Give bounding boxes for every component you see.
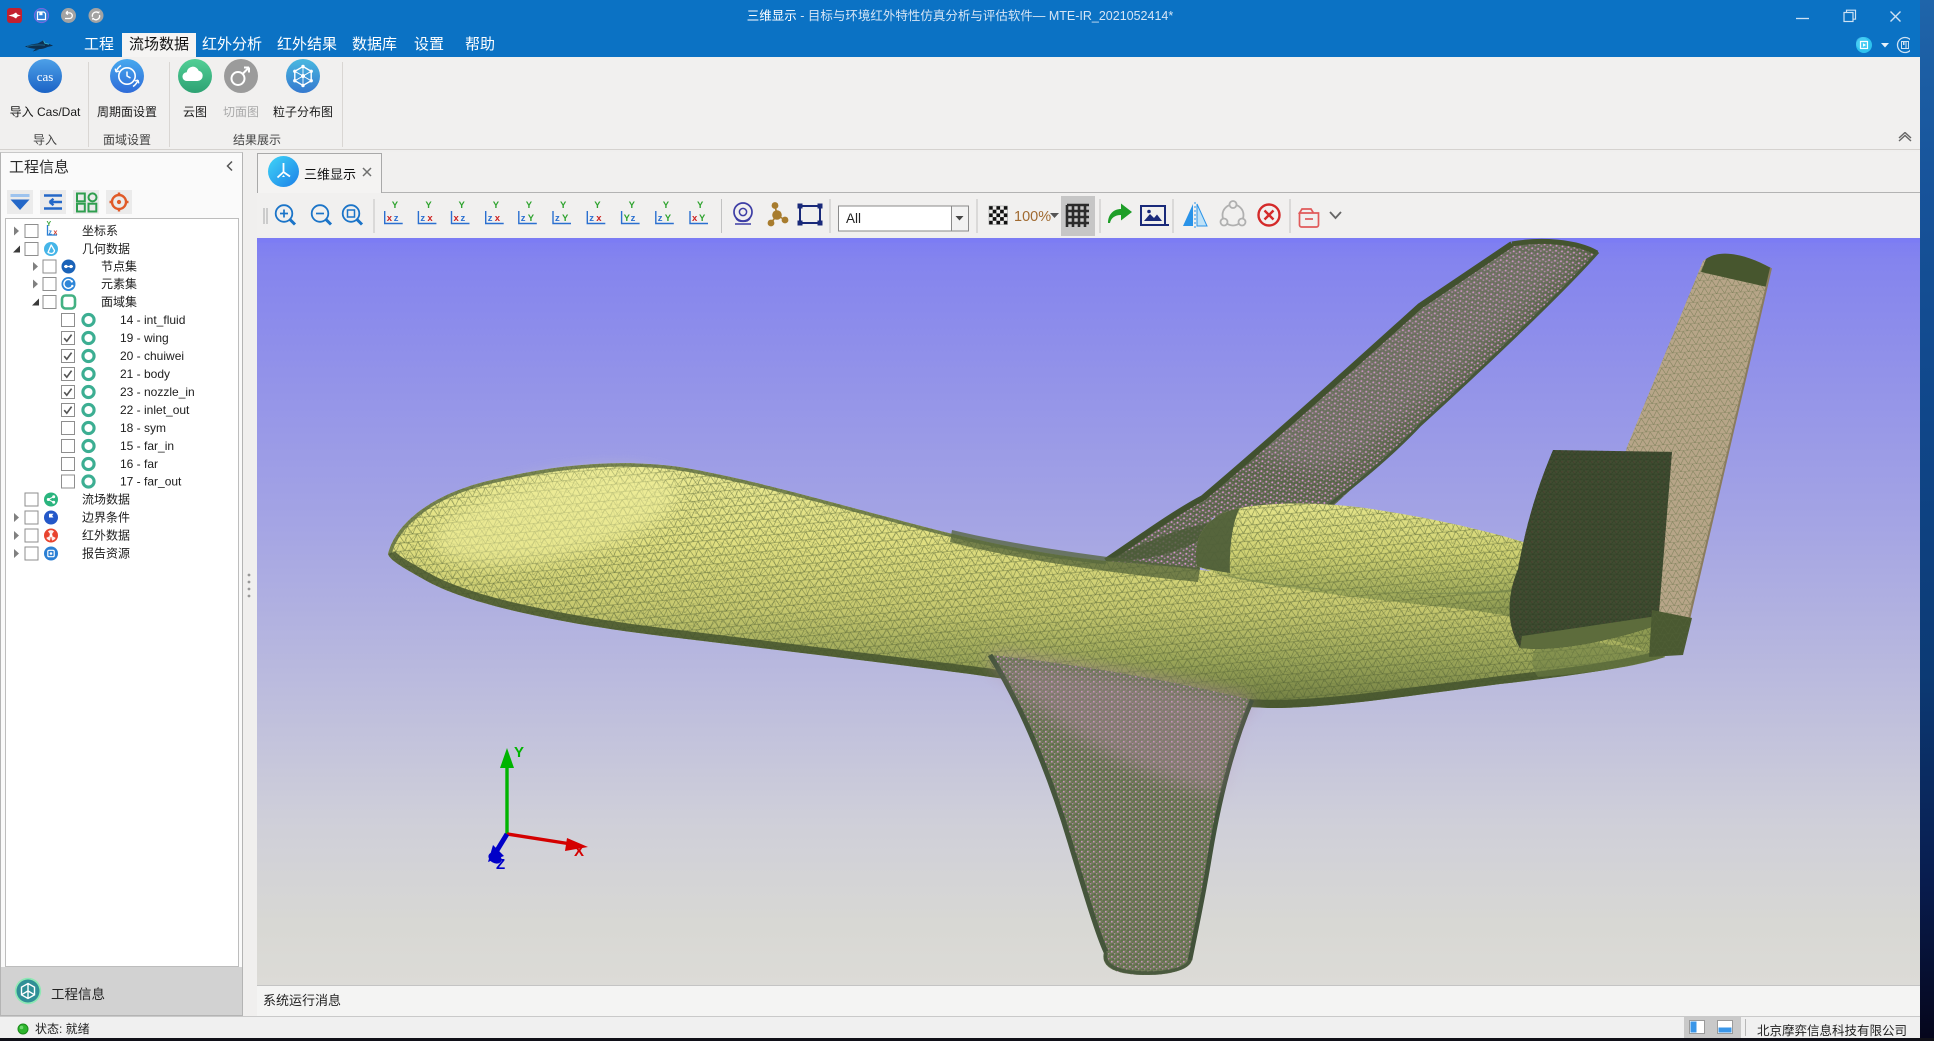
svg-text:Y: Y: [493, 200, 500, 211]
svg-text:Y: Y: [697, 200, 704, 211]
svg-text:x: x: [387, 213, 393, 224]
svg-text:z: z: [555, 213, 560, 224]
svg-text:Y: Y: [699, 213, 706, 224]
svg-text:14 - int_fluid: 14 - int_fluid: [120, 313, 185, 327]
svg-text:Y: Y: [514, 744, 524, 761]
svg-text:红外数据: 红外数据: [82, 528, 130, 543]
svg-text:z: z: [631, 213, 636, 224]
svg-text:22 - inlet_out: 22 - inlet_out: [120, 403, 190, 417]
svg-text:Y: Y: [663, 200, 670, 211]
svg-text:x: x: [54, 230, 58, 237]
svg-text:z: z: [658, 213, 663, 224]
svg-text:x: x: [596, 213, 602, 224]
svg-text:Y: Y: [425, 200, 432, 211]
svg-text:X: X: [574, 843, 584, 860]
svg-text:x: x: [454, 213, 460, 224]
svg-text:21 - body: 21 - body: [120, 367, 170, 381]
svg-text:z: z: [589, 213, 594, 224]
svg-text:元素集: 元素集: [101, 276, 137, 291]
svg-text:Y: Y: [526, 200, 533, 211]
svg-text:cas: cas: [37, 69, 54, 84]
svg-text:几何数据: 几何数据: [82, 241, 130, 256]
svg-text:流场数据: 流场数据: [82, 492, 130, 507]
svg-text:节点集: 节点集: [101, 259, 137, 274]
svg-text:Y: Y: [624, 213, 631, 224]
svg-text:All: All: [846, 211, 861, 226]
svg-text:x: x: [495, 213, 501, 224]
svg-text:边界条件: 边界条件: [82, 511, 130, 525]
svg-text:x: x: [427, 213, 433, 224]
svg-text:z: z: [420, 213, 425, 224]
svg-text:z: z: [521, 213, 526, 224]
svg-text:Y: Y: [392, 200, 399, 211]
svg-text:19 - wing: 19 - wing: [120, 331, 169, 345]
svg-text:Y: Y: [665, 213, 672, 224]
svg-text:坐标系: 坐标系: [82, 224, 118, 238]
svg-text:Y: Y: [459, 200, 466, 211]
svg-text:Y: Y: [560, 200, 567, 211]
svg-text:报告资源: 报告资源: [82, 546, 130, 561]
svg-text:Y: Y: [629, 200, 636, 211]
svg-text:15 - far_in: 15 - far_in: [120, 439, 174, 453]
svg-text:z: z: [49, 230, 53, 237]
svg-text:18 - sym: 18 - sym: [120, 421, 166, 435]
svg-text:z: z: [488, 213, 493, 224]
svg-text:23 - nozzle_in: 23 - nozzle_in: [120, 385, 195, 399]
svg-text:Z: Z: [496, 856, 505, 873]
svg-text:20 - chuiwei: 20 - chuiwei: [120, 349, 184, 363]
svg-text:面域集: 面域集: [101, 294, 137, 309]
svg-text:x: x: [692, 213, 698, 224]
svg-text:Y: Y: [528, 213, 535, 224]
svg-text:17 - far_out: 17 - far_out: [120, 475, 182, 489]
svg-text:z: z: [461, 213, 466, 224]
svg-text:z: z: [394, 213, 399, 224]
svg-text:Y: Y: [594, 200, 601, 211]
svg-text:16 - far: 16 - far: [120, 457, 158, 471]
svg-text:Y: Y: [47, 221, 52, 228]
svg-text:100%: 100%: [1014, 209, 1051, 225]
svg-text:Y: Y: [562, 213, 569, 224]
